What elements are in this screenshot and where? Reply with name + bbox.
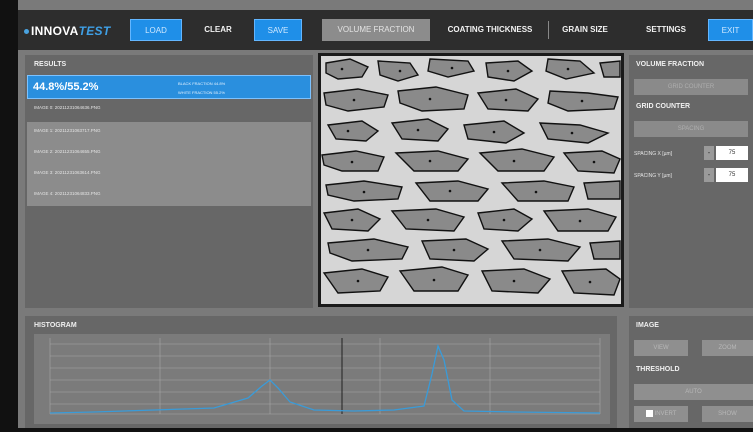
tab-settings[interactable]: SETTINGS bbox=[640, 19, 692, 41]
load-button[interactable]: LOAD bbox=[130, 19, 182, 41]
volume-fraction-panel: VOLUME FRACTION GRID COUNTER GRID COUNTE… bbox=[629, 55, 753, 308]
histogram-plot[interactable] bbox=[34, 334, 610, 424]
tab-volume-fraction[interactable]: VOLUME FRACTION bbox=[322, 19, 430, 41]
window-border-bottom bbox=[0, 428, 753, 432]
spacing-y-label: SPACING Y [µm] bbox=[634, 173, 672, 179]
list-item[interactable]: IMAGE 1: 20211231063717.PNG bbox=[27, 124, 311, 138]
clear-button[interactable]: CLEAR bbox=[198, 19, 238, 41]
volume-fraction-title: VOLUME FRACTION bbox=[636, 61, 705, 68]
volume-fraction-value: 44.8%/55.2% bbox=[33, 81, 99, 93]
list-item[interactable]: IMAGE 3: 20211231063614.PNG bbox=[27, 166, 311, 180]
app-logo: INNOVATEST bbox=[24, 24, 110, 38]
histogram-title: HISTOGRAM bbox=[34, 322, 77, 329]
show-button[interactable]: SHOW bbox=[702, 406, 753, 422]
spacing-button[interactable]: SPACING bbox=[634, 121, 748, 137]
invert-checkbox[interactable] bbox=[645, 409, 653, 417]
histogram-chart bbox=[49, 338, 601, 415]
spacing-y-input[interactable]: 75 bbox=[716, 168, 748, 182]
black-fraction-label: BLACK FRACTION 44.8% bbox=[178, 81, 226, 86]
tab-grain-size[interactable]: GRAIN SIZE bbox=[554, 19, 616, 41]
results-panel: RESULTS 44.8%/55.2% BLACK FRACTION 44.8%… bbox=[25, 55, 313, 308]
spacing-y-decrement-button[interactable]: - bbox=[704, 168, 714, 182]
histogram-panel: HISTOGRAM bbox=[25, 316, 617, 428]
image-threshold-panel: IMAGE VIEW ZOOM THRESHOLD AUTO INVERT SH… bbox=[629, 316, 753, 428]
zoom-button[interactable]: ZOOM bbox=[702, 340, 753, 356]
list-item[interactable]: IMAGE 4: 20211231064833.PNG bbox=[27, 187, 311, 201]
micrograph-image bbox=[321, 56, 621, 304]
white-fraction-label: WHITE FRACTION 55.2% bbox=[178, 90, 225, 95]
spacing-x-input[interactable]: 75 bbox=[716, 146, 748, 160]
auto-threshold-button[interactable]: AUTO bbox=[634, 384, 753, 400]
invert-toggle[interactable]: INVERT bbox=[634, 406, 688, 422]
spacing-x-label: SPACING X [µm] bbox=[634, 151, 673, 157]
top-toolbar: INNOVATEST LOAD CLEAR SAVE VOLUME FRACTI… bbox=[18, 10, 753, 50]
image-title: IMAGE bbox=[636, 322, 659, 329]
threshold-title: THRESHOLD bbox=[636, 366, 680, 373]
spacing-x-decrement-button[interactable]: - bbox=[704, 146, 714, 160]
tab-coating-thickness[interactable]: COATING THICKNESS bbox=[436, 19, 544, 41]
window-border bbox=[0, 0, 18, 432]
view-button[interactable]: VIEW bbox=[634, 340, 688, 356]
results-title: RESULTS bbox=[34, 61, 67, 68]
toolbar-divider bbox=[548, 21, 549, 39]
grid-counter-button[interactable]: GRID COUNTER bbox=[634, 79, 748, 95]
micrograph-view[interactable] bbox=[318, 53, 624, 307]
list-item[interactable]: IMAGE 0: 20211231064636.PNG bbox=[27, 101, 311, 115]
list-item[interactable]: IMAGE 2: 20211231064655.PNG bbox=[27, 145, 311, 159]
save-button[interactable]: SAVE bbox=[254, 19, 302, 41]
result-selected-row[interactable]: 44.8%/55.2% BLACK FRACTION 44.8% WHITE F… bbox=[27, 75, 311, 99]
grid-counter-title: GRID COUNTER bbox=[636, 103, 691, 110]
exit-button[interactable]: EXIT bbox=[708, 19, 753, 41]
